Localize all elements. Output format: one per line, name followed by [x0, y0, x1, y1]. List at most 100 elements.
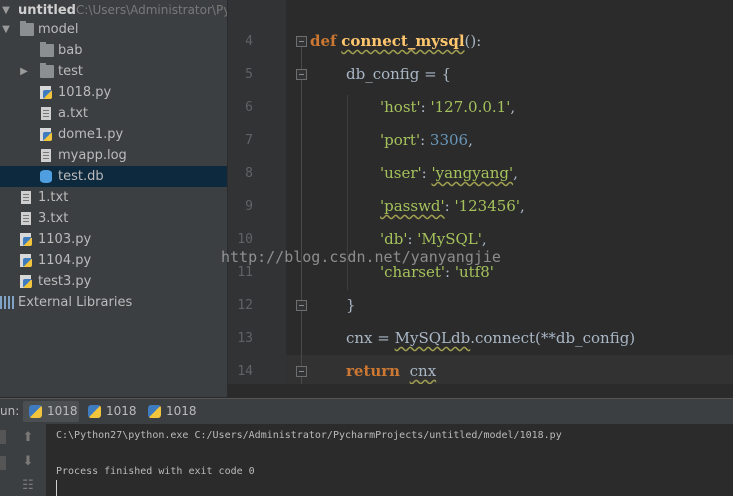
python-icon	[88, 405, 101, 418]
code-punct: ,	[519, 197, 525, 215]
tree-item-label: dome1.py	[58, 127, 124, 142]
dict-key: 'host'	[380, 98, 421, 116]
fold-guide	[301, 40, 302, 384]
tree-item-external-libraries[interactable]: External Libraries	[0, 292, 227, 313]
fold-marker-icon[interactable]	[296, 366, 307, 377]
code-line-5: db_config = {	[346, 58, 451, 91]
line-number: 5	[245, 67, 253, 82]
code-punct: ,	[468, 131, 473, 149]
database-icon	[40, 170, 52, 183]
run-tab-1[interactable]: 1018	[23, 401, 79, 422]
tree-item-1103-py[interactable]: 1103.py	[0, 229, 227, 250]
code-text: .connect(**db_config)	[470, 329, 636, 347]
code-text: cnx =	[346, 329, 395, 347]
libraries-icon	[0, 296, 14, 309]
dict-value: '127.0.0.1'	[430, 98, 511, 116]
soft-wrap-icon[interactable]: ☷	[20, 478, 36, 494]
line-number: 6	[245, 100, 253, 115]
arrow-down-icon[interactable]: ⬇	[20, 454, 36, 470]
code-punct: ,	[481, 230, 487, 248]
tree-item-label: model	[38, 22, 79, 37]
code-punct: :	[407, 230, 418, 248]
tree-item-label: External Libraries	[18, 295, 133, 310]
chevron-down-icon[interactable]: ▼	[0, 19, 12, 40]
run-tab-3[interactable]: 1018	[142, 401, 198, 422]
tree-item-test[interactable]: ▶ test	[0, 61, 227, 82]
fold-marker-icon[interactable]	[296, 36, 307, 47]
code-punct: :	[421, 164, 432, 182]
python-icon	[148, 405, 161, 418]
python-file-icon	[40, 128, 52, 141]
code-line-13: cnx = MySQLdb.connect(**db_config)	[346, 322, 635, 355]
fold-marker-icon[interactable]	[296, 300, 307, 311]
code-punct: :	[444, 197, 455, 215]
code-punct: :	[420, 131, 430, 149]
dict-value: 'yangyang'	[431, 164, 514, 182]
code-line-6: 'host': '127.0.0.1',	[380, 91, 515, 124]
tree-item-1-txt[interactable]: 1.txt	[0, 187, 227, 208]
code-line-12: }	[346, 289, 356, 322]
stop-icon[interactable]	[0, 456, 6, 470]
dict-value: '123456'	[454, 197, 520, 215]
dict-value: 3306	[429, 131, 469, 149]
code-punct: ,	[513, 164, 518, 182]
line-number: 14	[237, 364, 253, 379]
dict-key: 'port'	[380, 131, 421, 149]
tree-item-1018-py[interactable]: 1018.py	[0, 82, 227, 103]
code-editor[interactable]: 4 5 6 7 8 9 10 11 12 13 14 def connect_m…	[228, 0, 733, 384]
fold-marker-icon[interactable]	[296, 69, 307, 80]
text-file-icon	[21, 191, 31, 204]
console-sidebar: ⬆ ⬇ ☷	[0, 424, 46, 496]
console-caret	[56, 480, 57, 496]
python-file-icon	[40, 86, 52, 99]
keyword-return: return	[346, 362, 401, 380]
line-number: 8	[245, 166, 253, 181]
arrow-up-icon[interactable]: ⬆	[20, 430, 36, 446]
tree-item-label: a.txt	[58, 106, 88, 121]
tree-item-test-db[interactable]: test.db	[0, 166, 227, 187]
line-number: 7	[245, 133, 253, 148]
tree-item-test3-py[interactable]: test3.py	[0, 271, 227, 292]
rerun-icon[interactable]	[0, 430, 6, 444]
run-console[interactable]: ⬆ ⬇ ☷ C:\Python27\python.exe C:/Users/Ad…	[0, 424, 733, 496]
chevron-down-icon[interactable]: ▼	[0, 0, 12, 21]
code-punct: :	[420, 98, 431, 116]
dict-value: 'MySQL'	[417, 230, 482, 248]
tree-item-label: 3.txt	[38, 211, 69, 226]
tree-item-1104-py[interactable]: 1104.py	[0, 250, 227, 271]
python-icon	[29, 405, 42, 418]
tree-item-label: 1104.py	[38, 253, 92, 268]
python-file-icon	[20, 254, 32, 267]
text-file-icon	[21, 212, 31, 225]
run-tab-label: 1018	[106, 404, 137, 418]
python-file-icon	[20, 275, 32, 288]
tree-item-myapp-log[interactable]: myapp.log	[0, 145, 227, 166]
project-root-path: C:\Users\Administrator\Py	[76, 3, 227, 17]
log-file-icon	[41, 149, 51, 162]
line-number: 4	[245, 34, 253, 49]
code-line-4: def connect_mysql():	[310, 25, 481, 58]
chevron-right-icon[interactable]: ▶	[18, 61, 30, 82]
tree-item-3-txt[interactable]: 3.txt	[0, 208, 227, 229]
run-tab-label: 1018	[47, 404, 78, 418]
code-line-8: 'user': 'yangyang',	[380, 157, 518, 190]
project-root-name: untitled	[18, 3, 76, 18]
console-exit-status: Process finished with exit code 0	[56, 466, 255, 477]
run-tab-label: 1018	[166, 404, 197, 418]
tree-root[interactable]: ▼ untitled C:\Users\Administrator\Py	[0, 0, 227, 21]
watermark: http://blog.csdn.net/yanyangjie	[221, 248, 501, 266]
dict-key: 'user'	[380, 164, 422, 182]
folder-icon	[20, 21, 34, 36]
tree-item-dome1-py[interactable]: dome1.py	[0, 124, 227, 145]
code-text: }	[346, 296, 356, 314]
function-name: connect_mysql	[341, 32, 465, 50]
tree-item-model[interactable]: ▼ model	[0, 19, 227, 40]
code-line-14: return cnx	[346, 355, 436, 384]
tree-item-label: bab	[58, 43, 83, 58]
tree-item-bab[interactable]: bab	[0, 40, 227, 61]
project-tree: ▼ untitled C:\Users\Administrator\Py ▼ m…	[0, 0, 227, 397]
tree-item-a-txt[interactable]: a.txt	[0, 103, 227, 124]
tree-item-label: myapp.log	[58, 148, 127, 163]
run-tab-2[interactable]: 1018	[82, 401, 138, 422]
line-number: 9	[245, 199, 253, 214]
